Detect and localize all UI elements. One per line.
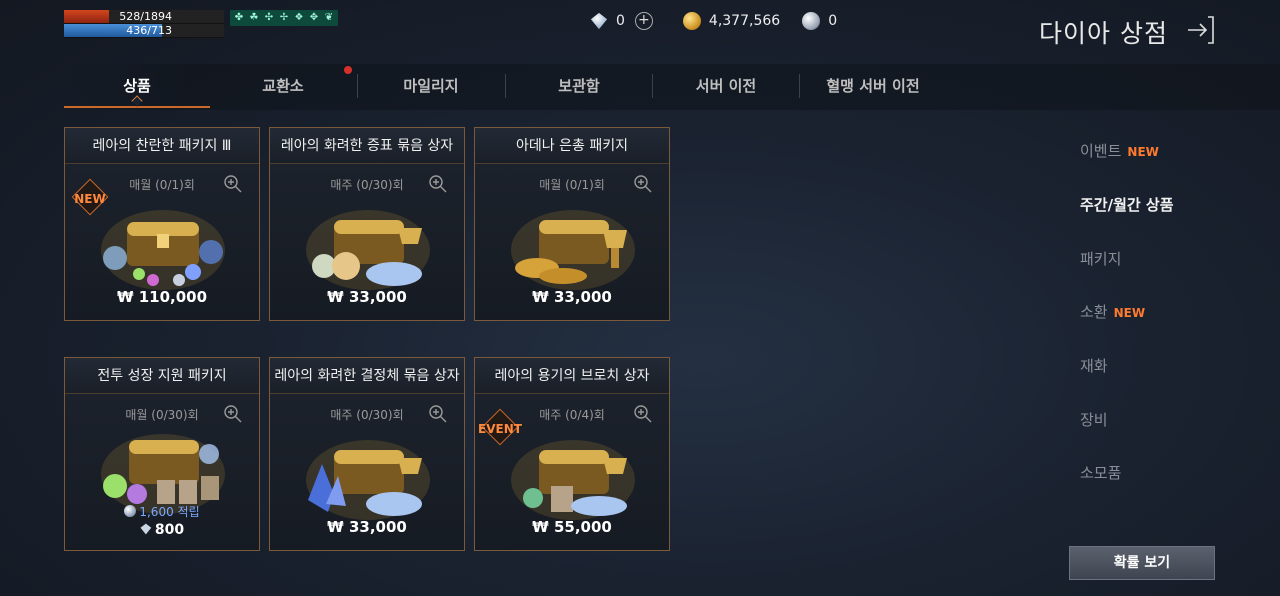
menu-item-summon[interactable]: 소환 NEW xyxy=(1080,301,1240,322)
product-card[interactable]: 아데나 은총 패키지 매월 (0/1)회 ₩ 33,000 xyxy=(474,127,670,321)
diamond-amount: 0 xyxy=(616,13,625,29)
silver-coin-icon xyxy=(802,12,821,30)
buff-5-icon[interactable]: ❖ xyxy=(292,11,306,25)
buff-1-icon[interactable]: ✤ xyxy=(232,11,246,25)
product-name: 전투 성장 지원 패키지 xyxy=(65,358,259,394)
product-price: ₩ 33,000 xyxy=(327,288,407,306)
view-probability-button[interactable]: 확률 보기 xyxy=(1069,546,1215,580)
buff-4-icon[interactable]: ✢ xyxy=(277,11,291,25)
hp-bar-fill xyxy=(64,10,109,23)
product-name: 아데나 은총 패키지 xyxy=(475,128,669,164)
new-badge: NEW xyxy=(1127,145,1159,159)
menu-item-weekly-monthly[interactable]: 주간/월간 상품 xyxy=(1080,194,1240,215)
adena-coin-icon xyxy=(682,12,701,30)
page-title: 다이아 상점 xyxy=(1039,19,1168,48)
buff-6-icon[interactable]: ✥ xyxy=(307,11,321,25)
product-card[interactable]: 전투 성장 지원 패키지 매월 (0/30)회 1,600 적립 800 xyxy=(64,357,260,551)
treasure-chest-image xyxy=(511,440,635,520)
menu-item-equipment[interactable]: 장비 xyxy=(1080,409,1240,430)
treasure-chest-image xyxy=(306,440,430,520)
tab-products[interactable]: 상품 xyxy=(64,64,210,108)
zoom-icon[interactable] xyxy=(223,174,243,194)
hp-text: 528/1894 xyxy=(119,10,172,23)
menu-item-currency[interactable]: 재화 xyxy=(1080,355,1240,376)
product-card[interactable]: 레아의 용기의 브로치 상자 매주 (0/4)회 EVENT ₩ 55,000 xyxy=(474,357,670,551)
zoom-icon[interactable] xyxy=(633,404,653,424)
zoom-icon[interactable] xyxy=(428,404,448,424)
menu-item-consumables[interactable]: 소모품 xyxy=(1080,462,1240,483)
menu-item-event[interactable]: 이벤트 NEW xyxy=(1080,140,1240,161)
diamond-icon xyxy=(590,12,608,30)
product-price: ₩ 55,000 xyxy=(532,518,612,536)
product-price: 800 xyxy=(65,522,259,538)
adena-amount: 4,377,566 xyxy=(708,13,781,29)
product-price: ₩ 33,000 xyxy=(532,288,612,306)
buff-list: ✤ ☘ ✣ ✢ ❖ ✥ ❦ xyxy=(230,10,338,26)
zoom-icon[interactable] xyxy=(428,174,448,194)
buff-3-icon[interactable]: ✣ xyxy=(262,11,276,25)
tab-server-transfer[interactable]: 서버 이전 xyxy=(653,64,799,108)
player-status: 528/1894 436/713 xyxy=(64,10,224,38)
product-card[interactable]: 레아의 화려한 증표 묶음 상자 매주 (0/30)회 ₩ 33,000 xyxy=(269,127,465,321)
zoom-icon[interactable] xyxy=(223,404,243,424)
notification-dot xyxy=(344,66,352,74)
diamond-icon xyxy=(140,523,152,535)
product-price: ₩ 33,000 xyxy=(327,518,407,536)
product-name: 레아의 용기의 브로치 상자 xyxy=(475,358,669,394)
product-name: 레아의 화려한 증표 묶음 상자 xyxy=(270,128,464,164)
buff-2-icon[interactable]: ☘ xyxy=(247,11,261,25)
tab-clan-server-transfer[interactable]: 혈맹 서버 이전 xyxy=(800,64,946,108)
exit-icon[interactable] xyxy=(1184,14,1216,46)
mp-bar: 436/713 xyxy=(64,24,224,38)
mileage-bonus: 1,600 적립 xyxy=(65,503,259,520)
add-diamond-button[interactable]: + xyxy=(634,12,653,30)
currency-bar: 0 + 4,377,566 0 xyxy=(590,12,837,30)
treasure-chest-image xyxy=(306,210,430,290)
product-name: 레아의 화려한 결정체 묶음 상자 xyxy=(270,358,464,394)
product-name: 레아의 찬란한 패키지 Ⅲ xyxy=(65,128,259,164)
treasure-chest-image xyxy=(511,210,635,290)
product-price: ₩ 110,000 xyxy=(116,288,208,306)
tab-bar: 상품 교환소 마일리지 보관함 서버 이전 혈맹 서버 이전 xyxy=(64,64,1280,110)
new-badge: NEW xyxy=(1113,306,1146,320)
menu-item-package[interactable]: 패키지 xyxy=(1080,248,1240,269)
buff-7-icon[interactable]: ❦ xyxy=(322,11,336,25)
treasure-chest-image xyxy=(101,210,225,290)
mp-text: 436/713 xyxy=(126,24,172,37)
silver-amount: 0 xyxy=(828,13,838,29)
product-card[interactable]: 레아의 찬란한 패키지 Ⅲ 매월 (0/1)회 NEW ₩ 110,000 xyxy=(64,127,260,321)
tab-exchange[interactable]: 교환소 xyxy=(210,64,356,108)
hp-bar: 528/1894 xyxy=(64,10,224,24)
tab-storage[interactable]: 보관함 xyxy=(506,64,652,108)
mileage-icon xyxy=(124,505,137,517)
zoom-icon[interactable] xyxy=(633,174,653,194)
product-card[interactable]: 레아의 화려한 결정체 묶음 상자 매주 (0/30)회 ₩ 33,000 xyxy=(269,357,465,551)
tab-mileage[interactable]: 마일리지 xyxy=(358,64,504,108)
